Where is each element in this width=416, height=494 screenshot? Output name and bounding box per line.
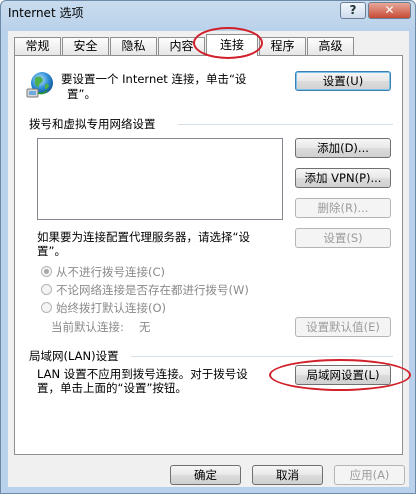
radio-always-dial-label: 始终拨打默认连接(O): [56, 301, 167, 315]
radio-never-dial-indicator: [41, 266, 52, 277]
tab-content[interactable]: 内容: [158, 37, 205, 55]
cancel-button[interactable]: 取消: [252, 465, 323, 485]
lan-group-label: 局域网(LAN)设置: [29, 349, 119, 363]
setup-description-line1: 要设置一个 Internet 连接，单击“设: [61, 72, 247, 86]
connection-list[interactable]: [37, 138, 283, 220]
set-default-button[interactable]: 设置默认值(E): [295, 317, 391, 337]
globe-connection-icon: [26, 72, 53, 98]
dialog-client: 常规 安全 隐私 内容 连接 程序 高级 要设置一个 Internet 连接，单…: [8, 31, 409, 487]
add-vpn-button[interactable]: 添加 VPN(P)...: [295, 168, 391, 188]
proxy-description-line1: 如果要为连接配置代理服务器，请选择“设: [37, 230, 250, 244]
radio-never-dial[interactable]: 从不进行拨号连接(C): [41, 264, 165, 280]
title-bar[interactable]: Internet 选项 ? ✕: [1, 1, 415, 23]
proxy-description-line2: 置”。: [37, 244, 66, 258]
lan-description-line2: 置，单击上面的“设置”按钮。: [37, 381, 187, 395]
tab-connections[interactable]: 连接: [206, 34, 258, 56]
add-button[interactable]: 添加(D)...: [295, 138, 391, 158]
dialup-group-line: [178, 124, 393, 125]
radio-always-dial-indicator: [41, 302, 52, 313]
window-title: Internet 选项: [8, 6, 84, 20]
internet-options-window: Internet 选项 ? ✕ 常规 安全 隐私 内容 连接 程序 高级 要设置…: [0, 0, 416, 494]
radio-dial-whenever-label: 不论网络连接是否存在都进行拨号(W): [56, 283, 249, 297]
current-default-label: 当前默认连接:: [51, 320, 124, 334]
setup-button[interactable]: 设置(U): [295, 71, 391, 91]
tab-advanced[interactable]: 高级: [307, 37, 354, 55]
tab-strip: 常规 安全 隐私 内容 连接 程序 高级: [14, 34, 404, 56]
lan-group-line: [131, 356, 393, 357]
lan-description-line1: LAN 设置不应用到拨号连接。对于拨号设: [37, 367, 248, 381]
proxy-settings-button[interactable]: 设置(S): [295, 228, 391, 248]
tab-programs[interactable]: 程序: [259, 37, 306, 55]
ok-button[interactable]: 确定: [170, 465, 241, 485]
tab-security[interactable]: 安全: [62, 37, 109, 55]
radio-never-dial-label: 从不进行拨号连接(C): [56, 265, 166, 279]
tab-general[interactable]: 常规: [14, 37, 61, 55]
apply-button[interactable]: 应用(A): [334, 465, 405, 485]
lan-settings-button[interactable]: 局域网设置(L): [295, 365, 391, 385]
help-button[interactable]: ?: [340, 2, 366, 19]
radio-dial-whenever-indicator: [41, 284, 52, 295]
tab-privacy[interactable]: 隐私: [110, 37, 157, 55]
setup-description-line2: 置”。: [67, 87, 96, 101]
radio-always-dial-default[interactable]: 始终拨打默认连接(O): [41, 300, 166, 316]
connections-panel: 要设置一个 Internet 连接，单击“设 置”。 设置(U) 拨号和虚拟专用…: [14, 55, 403, 455]
close-button[interactable]: ✕: [368, 2, 411, 19]
remove-button[interactable]: 删除(R)...: [295, 198, 391, 218]
current-default-value: 无: [139, 320, 151, 334]
radio-dial-whenever[interactable]: 不论网络连接是否存在都进行拨号(W): [41, 282, 249, 298]
close-icon: ✕: [384, 3, 395, 17]
dialup-group-label: 拨号和虚拟专用网络设置: [29, 117, 156, 131]
